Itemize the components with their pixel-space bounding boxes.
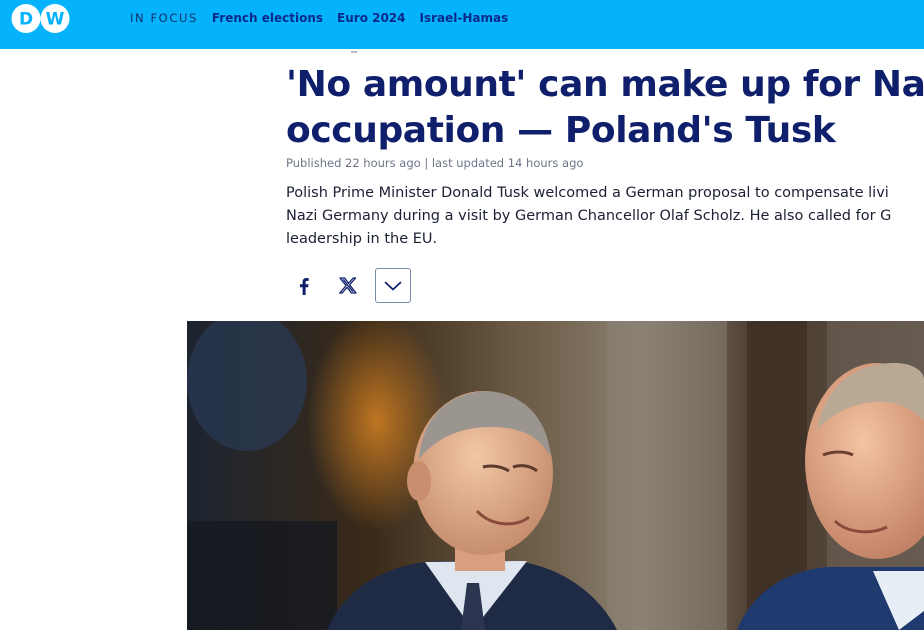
photo-scholz-tusk: [187, 321, 924, 630]
share-bar: [286, 268, 419, 303]
in-focus-nav: IN FOCUS French elections Euro 2024 Isra…: [130, 10, 522, 26]
chevron-down-icon: [384, 281, 402, 290]
headline-line-2: occupation — Poland's Tusk: [286, 110, 836, 151]
nav-link-french-elections[interactable]: French elections: [212, 11, 323, 25]
breadcrumb-fragment: [351, 51, 357, 53]
x-icon: [339, 277, 357, 294]
share-x-button[interactable]: [330, 268, 366, 303]
svg-text:D: D: [19, 10, 33, 30]
nav-link-israel-hamas[interactable]: Israel-Hamas: [420, 11, 509, 25]
dw-logo[interactable]: D W: [11, 3, 71, 34]
publish-meta: Published 22 hours ago | last updated 14…: [286, 156, 584, 170]
article-teaser: Polish Prime Minister Donald Tusk welcom…: [286, 182, 924, 251]
in-focus-label: IN FOCUS: [130, 11, 198, 25]
teaser-line-1: Polish Prime Minister Donald Tusk welcom…: [286, 185, 889, 201]
facebook-icon: [300, 277, 309, 295]
svg-text:W: W: [46, 10, 65, 30]
teaser-line-3: leadership in the EU.: [286, 231, 438, 247]
headline-line-1: 'No amount' can make up for Nazi: [286, 64, 924, 105]
teaser-line-2: Nazi Germany during a visit by German Ch…: [286, 208, 892, 224]
top-header: D W IN FOCUS French elections Euro 2024 …: [0, 0, 924, 49]
nav-link-euro-2024[interactable]: Euro 2024: [337, 11, 405, 25]
hero-image: [187, 321, 924, 630]
article-headline: 'No amount' can make up for Nazi occupat…: [286, 62, 924, 154]
share-more-button[interactable]: [375, 268, 411, 303]
share-facebook-button[interactable]: [286, 268, 322, 303]
